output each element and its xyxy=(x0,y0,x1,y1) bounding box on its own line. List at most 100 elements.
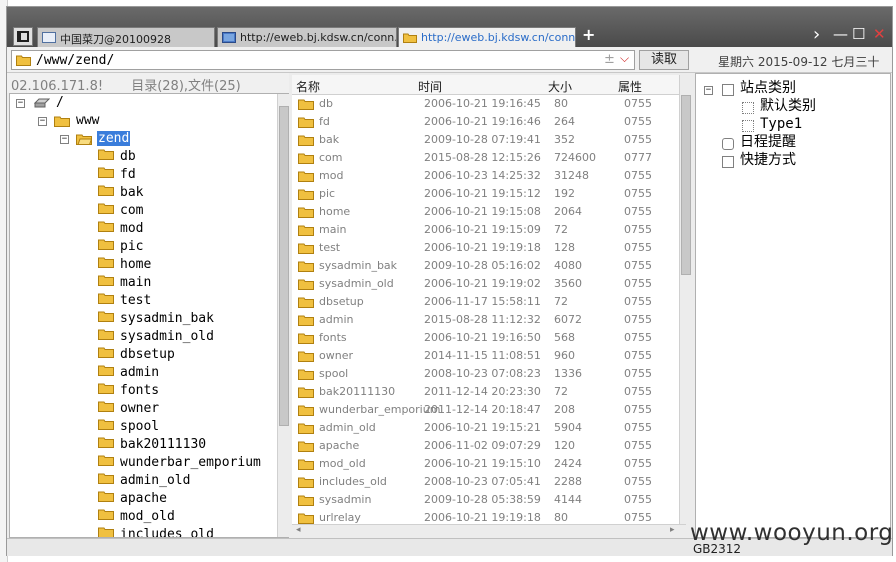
file-name: fd xyxy=(319,115,330,128)
tree-node[interactable]: admin_old xyxy=(98,472,191,490)
column-permission[interactable]: 属性 xyxy=(618,78,642,95)
globe-icon xyxy=(222,32,236,43)
folder-icon xyxy=(298,422,314,434)
collapse-icon[interactable]: − xyxy=(704,86,713,95)
file-row[interactable]: owner 2014-11-15 11:08:51 960 0755 xyxy=(292,347,686,365)
scroll-thumb[interactable] xyxy=(279,106,289,426)
tab-connection-2[interactable]: http://eweb.bj.kdsw.cn/conn... xyxy=(398,27,576,48)
tab-home[interactable]: 中国菜刀@20100928 xyxy=(37,27,215,47)
tree-node[interactable]: sysadmin_old xyxy=(98,328,215,346)
column-time[interactable]: 时间 xyxy=(418,78,442,95)
file-name: apache xyxy=(319,439,360,452)
tree-node[interactable]: db xyxy=(98,148,137,166)
tree-node[interactable]: includes_old xyxy=(98,526,215,537)
tree-node[interactable]: wunderbar_emporium xyxy=(98,454,262,472)
tree-node[interactable]: mod xyxy=(98,220,144,238)
tree-node[interactable]: spool xyxy=(98,418,160,436)
folder-icon xyxy=(98,418,114,436)
default-category[interactable]: 默认类别 xyxy=(760,97,816,115)
file-row[interactable]: fonts 2006-10-21 19:16:50 568 0755 xyxy=(292,329,686,347)
file-row[interactable]: home 2006-10-21 19:15:08 2064 0755 xyxy=(292,203,686,221)
file-row[interactable]: dbsetup 2006-11-17 15:58:11 72 0755 xyxy=(292,293,686,311)
file-perm: 0755 xyxy=(624,241,652,254)
collapse-icon[interactable]: − xyxy=(38,117,47,126)
tree-node[interactable]: admin xyxy=(98,364,160,382)
file-row[interactable]: mod 2006-10-23 14:25:32 31248 0755 xyxy=(292,167,686,185)
file-row[interactable]: pic 2006-10-21 19:15:12 192 0755 xyxy=(292,185,686,203)
chevron-right-icon[interactable]: › xyxy=(813,26,820,44)
tree-node[interactable]: sysadmin_bak xyxy=(98,310,215,328)
tree-node[interactable]: home xyxy=(98,256,152,274)
tree-node[interactable]: pic xyxy=(98,238,144,256)
file-row[interactable]: urlrelay 2006-10-21 19:19:18 80 0755 xyxy=(292,509,686,525)
collapse-icon[interactable]: − xyxy=(16,99,25,108)
folder-icon xyxy=(98,202,114,220)
file-row[interactable]: spool 2008-10-23 07:08:23 1336 0755 xyxy=(292,365,686,383)
column-name[interactable]: 名称 xyxy=(296,78,320,95)
folder-icon xyxy=(298,350,314,362)
file-list-scrollbar[interactable] xyxy=(679,75,692,538)
folder-icon xyxy=(298,476,314,488)
scroll-left-icon[interactable]: ◂ xyxy=(296,525,301,535)
file-row[interactable]: fd 2006-10-21 19:16:46 264 0755 xyxy=(292,113,686,131)
folder-icon xyxy=(298,116,314,128)
app-menu-icon[interactable] xyxy=(13,27,33,46)
folder-icon xyxy=(298,170,314,182)
tree-node[interactable]: mod_old xyxy=(98,508,176,526)
folder-icon xyxy=(298,242,314,254)
tree-node[interactable]: fonts xyxy=(98,382,160,400)
tab-label: 中国菜刀@20100928 xyxy=(60,33,171,46)
tree-node[interactable]: bak xyxy=(98,184,144,202)
file-row[interactable]: main 2006-10-21 19:15:09 72 0755 xyxy=(292,221,686,239)
maximize-button[interactable]: ☐ xyxy=(852,27,865,42)
tab-connection-1[interactable]: http://eweb.bj.kdsw.cn/conn... xyxy=(217,27,397,47)
tree-node[interactable]: main xyxy=(98,274,152,292)
tree-node[interactable]: owner xyxy=(98,400,160,418)
chevron-down-icon[interactable]: ⌵ xyxy=(620,51,629,66)
file-row[interactable]: sysadmin_old 2006-10-21 19:19:02 3560 0755 xyxy=(292,275,686,293)
tree-node-zend[interactable]: zend xyxy=(76,130,131,148)
minimize-button[interactable]: — xyxy=(833,27,848,42)
file-row[interactable]: includes_old 2008-10-23 07:05:41 2288 0755 xyxy=(292,473,686,491)
file-time: 2006-10-23 14:25:32 xyxy=(424,169,541,182)
file-row[interactable]: sysadmin 2009-10-28 05:38:59 4144 0755 xyxy=(292,491,686,509)
file-row[interactable]: bak20111130 2011-12-14 20:23:30 72 0755 xyxy=(292,383,686,401)
file-row[interactable]: com 2015-08-28 12:15:26 724600 0777 xyxy=(292,149,686,167)
tree-node[interactable]: fd xyxy=(98,166,137,184)
collapse-icon[interactable]: − xyxy=(60,135,69,144)
file-time: 2006-10-21 19:15:10 xyxy=(424,457,541,470)
tree-node[interactable]: test xyxy=(98,292,152,310)
schedule-reminder[interactable]: 日程提醒 xyxy=(740,133,796,151)
file-row[interactable]: apache 2006-11-02 09:07:29 120 0755 xyxy=(292,437,686,455)
close-button[interactable]: ✕ xyxy=(873,27,886,42)
watermark: www.wooyun.org xyxy=(690,520,894,546)
tree-node[interactable]: apache xyxy=(98,490,168,508)
scroll-thumb[interactable] xyxy=(681,95,691,275)
file-list-hscrollbar[interactable]: ◂ ▸ xyxy=(292,524,686,538)
file-row[interactable]: mod_old 2006-10-21 19:15:10 2424 0755 xyxy=(292,455,686,473)
tree-scrollbar[interactable] xyxy=(277,94,290,537)
file-row[interactable]: admin 2015-08-28 11:12:32 6072 0755 xyxy=(292,311,686,329)
tree-node[interactable]: com xyxy=(98,202,144,220)
path-input[interactable]: /www/zend/ ± ⌵ xyxy=(11,50,635,70)
file-row[interactable]: wunderbar_emporium 2011-12-14 20:18:47 208… xyxy=(292,401,686,419)
file-perm: 0755 xyxy=(624,97,652,110)
file-row[interactable]: db 2006-10-21 19:16:45 80 0755 xyxy=(292,95,686,113)
tree-node-root[interactable]: / xyxy=(34,94,65,112)
file-perm: 0755 xyxy=(624,313,652,326)
file-row[interactable]: admin_old 2006-10-21 19:15:21 5904 0755 xyxy=(292,419,686,437)
read-button[interactable]: 读取 xyxy=(639,50,689,70)
shortcuts[interactable]: 快捷方式 xyxy=(740,151,796,169)
tree-node[interactable]: bak20111130 xyxy=(98,436,207,454)
site-category[interactable]: 站点类别 xyxy=(740,79,796,97)
file-row[interactable]: bak 2009-10-28 07:19:41 352 0755 xyxy=(292,131,686,149)
type1-item[interactable]: Type1 xyxy=(760,115,802,133)
doc-icon xyxy=(742,102,754,114)
file-row[interactable]: sysadmin_bak 2009-10-28 05:16:02 4080 0755 xyxy=(292,257,686,275)
tree-node-www[interactable]: www xyxy=(54,112,100,130)
new-tab-button[interactable]: + xyxy=(582,25,595,44)
tree-node[interactable]: dbsetup xyxy=(98,346,176,364)
column-size[interactable]: 大小 xyxy=(548,78,572,95)
file-row[interactable]: test 2006-10-21 19:19:18 128 0755 xyxy=(292,239,686,257)
scroll-right-icon[interactable]: ▸ xyxy=(670,525,675,535)
